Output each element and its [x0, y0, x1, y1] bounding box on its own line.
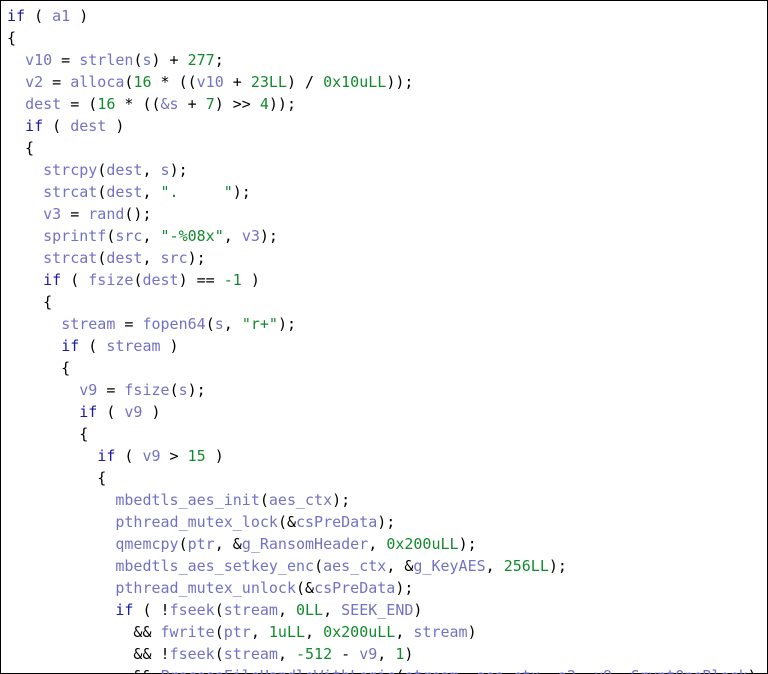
fn-fwrite: fwrite: [161, 623, 215, 641]
number: 1: [395, 645, 404, 663]
identifier: v2: [25, 73, 43, 91]
string-literal: ": [224, 183, 233, 201]
identifier: stream: [224, 645, 278, 663]
identifier: dest: [25, 95, 61, 113]
keyword-if: if: [25, 117, 43, 135]
decompiled-code: if ( a1 ) { v10 = strlen(s) + 277; v2 = …: [7, 5, 761, 674]
keyword-if: if: [43, 271, 61, 289]
identifier: s: [161, 161, 170, 179]
number: 0x200uLL: [323, 623, 395, 641]
identifier: v10: [197, 73, 224, 91]
identifier: dest: [70, 117, 106, 135]
identifier: stream: [404, 667, 458, 674]
identifier: a1: [52, 7, 70, 25]
identifier: SEEK_END: [341, 601, 413, 619]
identifier: v3: [43, 205, 61, 223]
identifier: v3: [242, 227, 260, 245]
fn-fopen64: fopen64: [142, 315, 205, 333]
redacted-extension: [179, 183, 224, 201]
identifier: src: [115, 227, 142, 245]
identifier: a2: [558, 667, 576, 674]
identifier: v9: [359, 645, 377, 663]
fn-strcpy: strcpy: [43, 161, 97, 179]
identifier: stream: [61, 315, 115, 333]
identifier: ptr: [224, 623, 251, 641]
identifier: CryptOneBlock: [630, 667, 747, 674]
fn-mbedtls-aes-setkey-enc: mbedtls_aes_setkey_enc: [115, 557, 314, 575]
string-literal: "-%08x": [161, 227, 224, 245]
keyword-if: if: [61, 337, 79, 355]
identifier: v9: [594, 667, 612, 674]
fn-mbedtls-aes-init: mbedtls_aes_init: [115, 491, 260, 509]
identifier: csPreData: [314, 579, 395, 597]
identifier: src: [161, 249, 188, 267]
fn-strlen: strlen: [79, 51, 133, 69]
identifier: stream: [106, 337, 160, 355]
number: 0x10uLL: [323, 73, 386, 91]
string-literal: ".: [161, 183, 179, 201]
fn-sprintf: sprintf: [43, 227, 106, 245]
identifier: aes_ctx: [269, 491, 332, 509]
identifier: v9: [124, 403, 142, 421]
number: 277: [188, 51, 215, 69]
fn-process-file-handle: ProcessFileHandleWithLogic: [161, 667, 396, 674]
fn-pthread-mutex-lock: pthread_mutex_lock: [115, 513, 278, 531]
identifier: aes_ctx: [323, 557, 386, 575]
identifier: g_KeyAES: [413, 557, 485, 575]
number: 1uLL: [269, 623, 305, 641]
number: -512: [296, 645, 332, 663]
fn-strcat: strcat: [43, 249, 97, 267]
identifier: stream: [413, 623, 467, 641]
identifier: dest: [106, 161, 142, 179]
identifier: dest: [106, 183, 142, 201]
keyword-if: if: [97, 447, 115, 465]
fn-strcat: strcat: [43, 183, 97, 201]
number: 15: [188, 447, 206, 465]
identifier: s: [215, 315, 224, 333]
number: 0LL: [296, 601, 323, 619]
number: 0x200uLL: [386, 535, 458, 553]
keyword-if: if: [79, 403, 97, 421]
code-frame: if ( a1 ) { v10 = strlen(s) + 277; v2 = …: [0, 0, 768, 674]
fn-fsize: fsize: [124, 381, 169, 399]
number: -1: [224, 271, 242, 289]
identifier: v10: [25, 51, 52, 69]
identifier: g_RansomHeader: [242, 535, 368, 553]
fn-fseek: fseek: [170, 645, 215, 663]
string-literal: "r+": [242, 315, 278, 333]
identifier: dest: [106, 249, 142, 267]
identifier: ptr: [188, 535, 215, 553]
identifier: aes_ctx: [477, 667, 540, 674]
number: 4: [260, 95, 269, 113]
keyword-if: if: [7, 7, 25, 25]
fn-qmemcpy: qmemcpy: [115, 535, 178, 553]
fn-alloca: alloca: [70, 73, 124, 91]
fn-rand: rand: [88, 205, 124, 223]
fn-fsize: fsize: [88, 271, 133, 289]
identifier: stream: [224, 601, 278, 619]
identifier: s: [142, 51, 151, 69]
keyword-if: if: [115, 601, 133, 619]
number: 23LL: [251, 73, 287, 91]
fn-fseek: fseek: [170, 601, 215, 619]
identifier: dest: [142, 271, 178, 289]
number: 16: [97, 95, 115, 113]
number: 16: [133, 73, 151, 91]
fn-pthread-mutex-unlock: pthread_mutex_unlock: [115, 579, 296, 597]
identifier: v9: [79, 381, 97, 399]
identifier: &s: [161, 95, 179, 113]
number: 256LL: [504, 557, 549, 575]
number: 7: [206, 95, 215, 113]
identifier: csPreData: [296, 513, 377, 531]
identifier: v9: [142, 447, 160, 465]
identifier: s: [179, 381, 188, 399]
